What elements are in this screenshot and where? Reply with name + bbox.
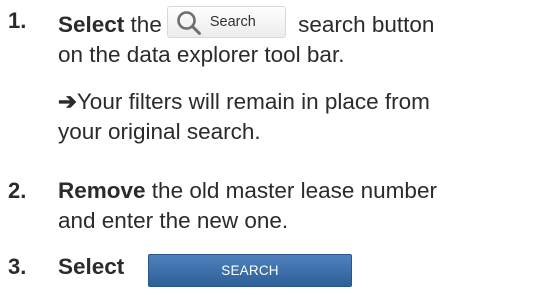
step-number: 2. <box>8 178 27 203</box>
note-line-2: your original search. <box>58 119 261 144</box>
step-verb: Select <box>58 254 125 279</box>
step-number: 1. <box>8 8 27 33</box>
step-2-line-1: Remove the old master lease number <box>58 176 548 206</box>
step-1-text: Select the Search search button on the d… <box>58 6 548 70</box>
step-text: the old master lease number <box>145 178 437 203</box>
magnifier-icon <box>177 11 201 35</box>
step-verb: Select <box>58 12 125 37</box>
search-button-illustration: Search <box>166 6 286 38</box>
step-2-line-2: and enter the new one. <box>58 208 289 233</box>
search-button-label: Search <box>209 14 256 30</box>
step-number: 3. <box>8 254 27 279</box>
step-1-line-2: on the data explorer tool bar. <box>58 42 345 67</box>
step-verb: Remove <box>58 178 146 203</box>
right-arrow-icon: ➔ <box>58 89 77 114</box>
step-1-line-1: Select the Search search button <box>58 6 548 40</box>
step-1-note: ➔Your filters will remain in place from … <box>58 87 553 147</box>
note-text: Your filters will remain in place from <box>76 89 430 114</box>
search-button[interactable]: SEARCH <box>148 254 352 287</box>
step-text: search button <box>291 12 435 37</box>
note-line-1: ➔Your filters will remain in place from <box>58 87 553 117</box>
step-2-text: Remove the old master lease number and e… <box>58 176 548 236</box>
step-text: the <box>124 12 162 37</box>
